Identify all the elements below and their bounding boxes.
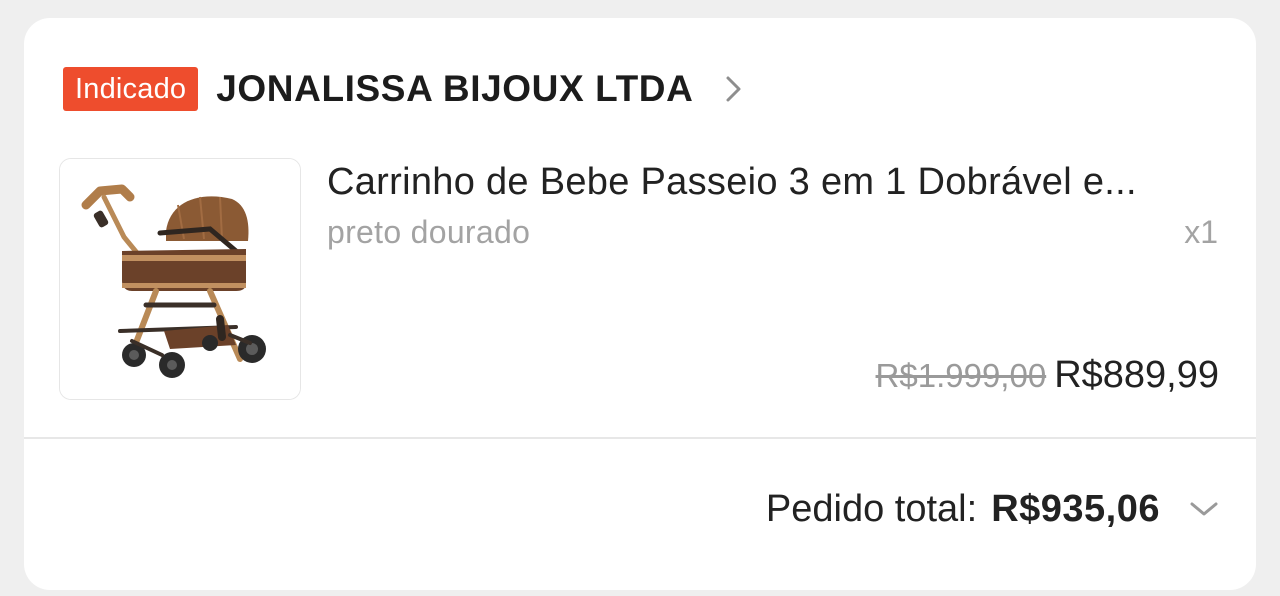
sale-price: R$889,99: [1054, 354, 1219, 396]
chevron-right-icon[interactable]: [723, 72, 745, 106]
order-total-value: R$935,06: [991, 487, 1160, 530]
order-card: Indicado JONALISSA BIJOUX LTDA Carrinho …: [24, 18, 1256, 590]
product-quantity: x1: [1184, 214, 1218, 250]
chevron-down-icon[interactable]: [1188, 499, 1220, 519]
product-variation: preto dourado: [327, 214, 531, 250]
order-total-label: Pedido total:: [765, 487, 978, 530]
baby-stroller-image: [60, 159, 300, 399]
product-image[interactable]: [59, 158, 301, 400]
divider: [24, 437, 1256, 439]
price-row: R$1.999,00 R$889,99: [876, 354, 1219, 397]
original-price: R$1.999,00: [875, 357, 1047, 394]
shop-name[interactable]: JONALISSA BIJOUX LTDA: [216, 68, 693, 110]
product-title[interactable]: Carrinho de Bebe Passeio 3 em 1 Dobrável…: [327, 158, 1207, 206]
order-total-row[interactable]: Pedido total: R$935,06: [766, 485, 1220, 533]
shop-header[interactable]: Indicado JONALISSA BIJOUX LTDA: [63, 67, 745, 111]
recommended-badge: Indicado: [63, 67, 199, 111]
